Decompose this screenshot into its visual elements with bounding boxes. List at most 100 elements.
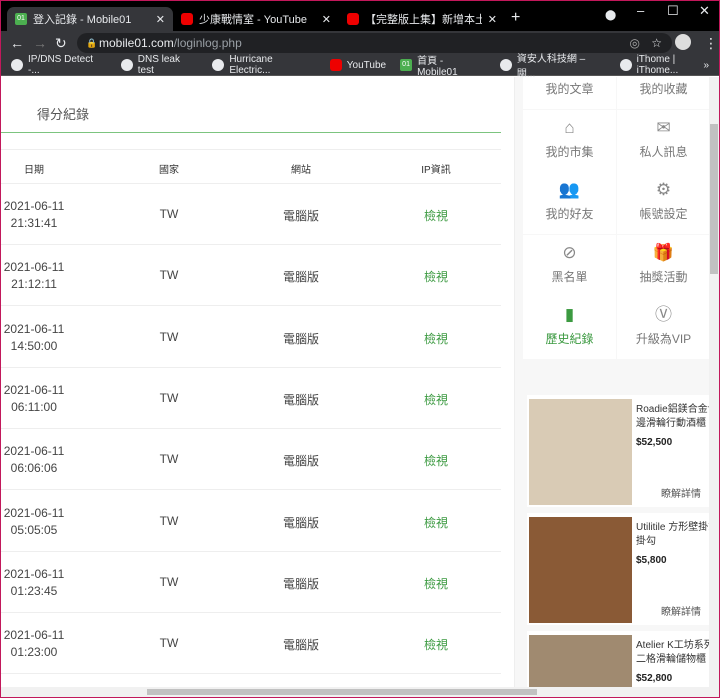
menu-label: 升級為VIP [635, 332, 692, 346]
tab-youtube-2[interactable]: 【完整版上集】新增本土286例、 ✕ [339, 7, 505, 31]
view-ip-link[interactable]: 檢視 [396, 391, 476, 408]
date-cell: 2021-06-11 21:31:41 [1, 198, 67, 232]
view-ip-link[interactable]: 檢視 [396, 575, 476, 592]
name-line: 二格滑輪儲物櫃 [636, 654, 706, 665]
product-image[interactable] [529, 635, 632, 687]
product-image[interactable] [529, 399, 632, 505]
forward-icon[interactable]: → [33, 35, 47, 51]
eye-off-icon[interactable]: ◎ [630, 33, 640, 53]
menu-label: 私人訊息 [639, 144, 688, 159]
more-bookmarks-icon[interactable]: » [703, 60, 709, 71]
gift-icon: 🎁 [652, 242, 675, 262]
bookmark-item[interactable]: 資安人科技網 – 關... [499, 50, 606, 80]
product-card[interactable]: Roadie鋁鎂合金包邊滑輪行動酒櫃 $52,500 瞭解詳情 [527, 395, 709, 507]
view-ip-link[interactable]: 檢視 [396, 514, 476, 531]
tab-label: 【完整版上集】新增本土286例、 [365, 14, 482, 26]
date: 2021-06-11 [3, 505, 65, 520]
tab-search-icon[interactable]: ⬤ [605, 10, 616, 21]
view-ip-link[interactable]: 檢視 [396, 268, 476, 285]
bookmark-item[interactable]: YouTube [329, 59, 387, 71]
close-window-button[interactable]: ✕ [699, 3, 710, 19]
close-icon[interactable]: ✕ [322, 13, 331, 26]
view-ip-link[interactable]: 檢視 [396, 636, 476, 653]
view-ip-link[interactable]: 檢視 [396, 207, 476, 224]
menu-label: 我的文章 [545, 82, 594, 96]
url-host: mobile01.com [99, 36, 174, 50]
minimize-button[interactable]: – [637, 3, 644, 18]
product-price: $52,500 [636, 437, 673, 448]
menu-label: 我的好友 [545, 207, 594, 221]
table-row: 2021-06-11 06:06:06 TW 電腦版 檢視 [1, 429, 501, 491]
time: 06:06:06 [10, 461, 58, 476]
globe-icon [499, 59, 512, 71]
site-cell: 電腦版 [282, 392, 319, 407]
sidebar-menu-item[interactable]: ▮ 歷史紀錄 [523, 297, 616, 359]
product-name[interactable]: Roadie鋁鎂合金包邊滑輪行動酒櫃 [636, 403, 709, 431]
new-tab-button[interactable]: + [511, 9, 520, 27]
star-icon[interactable]: ☆ [651, 33, 662, 53]
login-log-panel: 得分紀錄 日期 國家 網站 IP資訊 2021-06-11 21:31:41 TW… [1, 77, 513, 687]
product-price: $5,800 [636, 555, 667, 566]
date: 2021-06-11 [3, 628, 65, 643]
product-name[interactable]: Utilitile 方形壁掛式掛勾 [636, 521, 709, 549]
sidebar-menu-item[interactable]: ⌂ 我的市集 [523, 109, 616, 172]
menu-label: 我的收藏 [639, 82, 688, 96]
horizontal-scrollbar[interactable] [1, 687, 719, 697]
menu-icon[interactable]: ⋮ [704, 35, 718, 52]
menu-label: 抽獎活動 [639, 269, 688, 284]
more-details-link[interactable]: 瞭解詳情 [661, 485, 701, 500]
page-title: 得分紀錄 [37, 107, 90, 122]
product-card[interactable]: Utilitile 方形壁掛式掛勾 $5,800 瞭解詳情 [527, 513, 709, 625]
mobile01-icon: 01 [15, 13, 27, 25]
close-icon[interactable]: ✕ [488, 13, 497, 26]
sidebar-menu-item[interactable]: ⊘ 黑名單 [523, 234, 616, 297]
scrollbar-thumb[interactable] [147, 689, 537, 695]
back-icon[interactable]: ← [10, 35, 24, 51]
country-cell: TW [159, 636, 179, 651]
mail-icon: ✉ [656, 117, 671, 137]
table-row: 2021-06-11 01:23:00 TW 電腦版 檢視 [1, 613, 501, 675]
sidebar-menu-item[interactable]: ⚙ 帳號設定 [617, 172, 709, 234]
maximize-button[interactable]: ☐ [667, 3, 679, 19]
sidebar-menu-item[interactable]: ✉ 私人訊息 [617, 109, 709, 172]
tab-login-log[interactable]: 01 登入記錄 - Mobile01 ✕ [7, 7, 173, 31]
bookmark-label: 資安人科技網 – 關... [516, 54, 586, 80]
bookmark-label: YouTube [346, 59, 387, 71]
product-card[interactable]: Atelier K工坊系列 二格滑輪儲物櫃 $52,800 [527, 631, 709, 687]
more-details-link[interactable]: 瞭解詳情 [661, 603, 701, 618]
sidebar-menu-item[interactable]: 🔖我的收藏 [617, 77, 709, 109]
youtube-icon [181, 13, 193, 25]
vertical-scrollbar[interactable] [709, 77, 719, 687]
bookmark-item[interactable]: Hurricane Electric... [212, 54, 315, 76]
vip-icon: Ⓥ [655, 305, 672, 324]
sidebar-menu-item[interactable]: 🎁 抽獎活動 [617, 234, 709, 297]
close-icon[interactable]: ✕ [156, 13, 165, 26]
site-cell: 電腦版 [282, 454, 319, 469]
date: 2021-06-11 [3, 199, 65, 213]
tab-youtube-1[interactable]: 少康戰情室 - YouTube ✕ [173, 7, 339, 31]
url-path: /loginlog.php [173, 36, 242, 50]
product-name[interactable]: Atelier K工坊系列 二格滑輪儲物櫃 [636, 639, 709, 667]
product-image[interactable] [529, 517, 632, 623]
view-ip-link[interactable]: 檢視 [396, 330, 476, 347]
date: 2021-06-11 [3, 444, 65, 459]
divider [1, 132, 501, 133]
bookmark-item[interactable]: IP/DNS Detect -... [11, 54, 107, 76]
column-header-country: 國家 [159, 165, 179, 176]
youtube-icon [347, 13, 359, 25]
profile-avatar[interactable] [675, 34, 691, 50]
table-row: 2021-06-11 01:23:45 TW 電腦版 檢視 [1, 552, 501, 613]
sidebar-menu-item[interactable]: Ⓥ 升級為VIP [617, 297, 709, 359]
view-ip-link[interactable]: 檢視 [396, 452, 476, 469]
table-row: 2021-06-11 06:11:00 TW 電腦版 檢視 [1, 368, 501, 429]
sidebar-menu-item[interactable]: 👥 我的好友 [523, 172, 616, 234]
sidebar-menu-item[interactable]: ▤我的文章 [523, 77, 616, 109]
column-header-ip: IP資訊 [421, 165, 451, 176]
bookmark-item[interactable]: DNS leak test [120, 54, 199, 76]
tab-bar: 01 登入記錄 - Mobile01 ✕ 少康戰情室 - YouTube ✕ 【完整版… [1, 1, 719, 31]
bookmark-item[interactable]: 01 首頁 - Mobile01 [400, 52, 486, 78]
country-cell: TW [159, 574, 179, 589]
country-cell: TW [159, 329, 179, 344]
reload-icon[interactable]: ↻ [55, 35, 67, 52]
scrollbar-thumb[interactable] [710, 124, 718, 274]
